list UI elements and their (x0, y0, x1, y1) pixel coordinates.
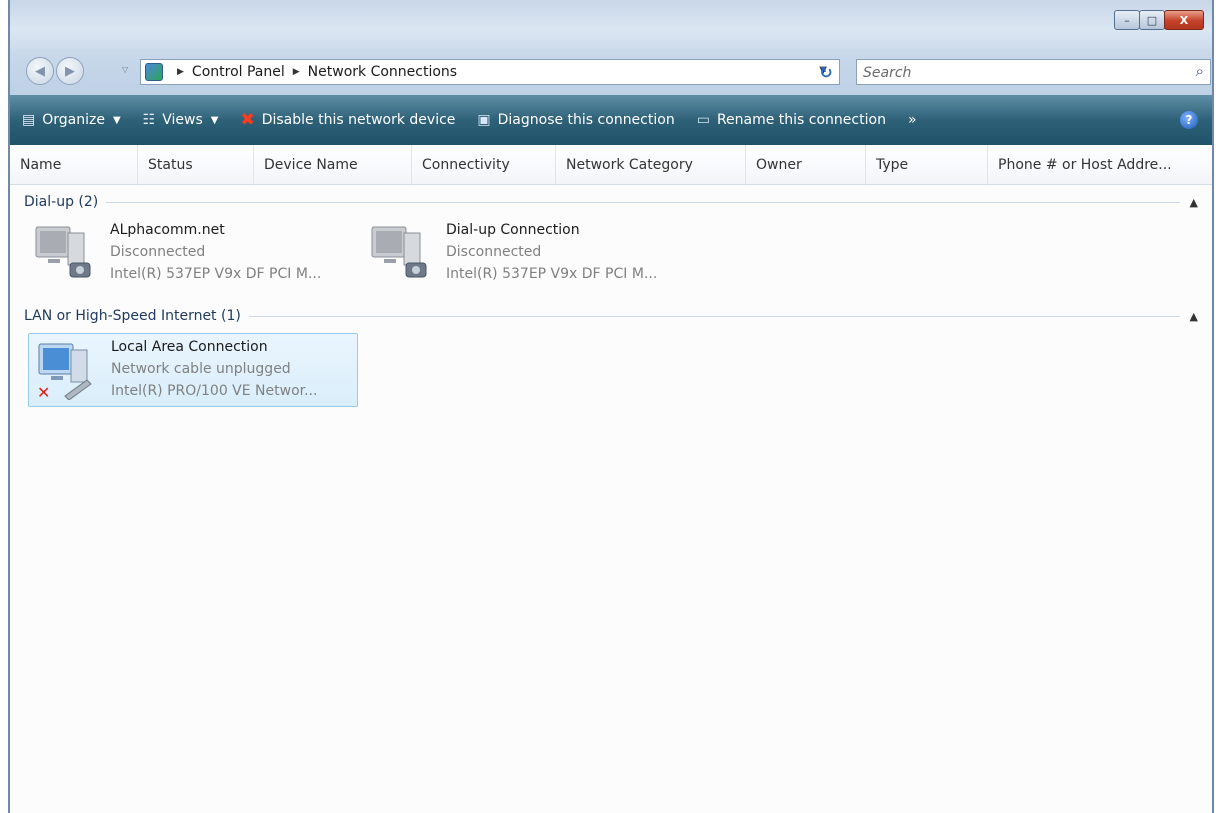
lan-connection-icon: ✕ (37, 343, 92, 400)
rename-label: Rename this connection (716, 112, 886, 128)
views-menu[interactable]: ☷ Views ▼ (143, 112, 219, 128)
column-type[interactable]: Type (866, 144, 988, 185)
rename-button[interactable]: ▭ Rename this connection (697, 112, 886, 128)
diagnose-button[interactable]: ▣ Diagnose this connection (477, 112, 674, 128)
connection-name: Dial-up Connection (446, 222, 580, 238)
column-owner[interactable]: Owner (746, 144, 866, 185)
group-header-lan[interactable]: LAN or High-Speed Internet (1) ▲ (24, 306, 1198, 326)
connection-device: Intel(R) 537EP V9x DF PCI M... (110, 266, 322, 282)
group-divider (248, 315, 1180, 317)
maximize-button[interactable]: □ (1139, 10, 1165, 30)
diagnose-label: Diagnose this connection (497, 112, 675, 128)
group-label: Dial-up (2) (24, 194, 99, 210)
column-name[interactable]: Name (10, 144, 138, 185)
collapse-chevron-icon[interactable]: ▲ (1190, 196, 1198, 209)
connection-name: ALphacomm.net (110, 222, 225, 238)
connection-item-alphacomm[interactable]: ALphacomm.net Disconnected Intel(R) 537E… (28, 217, 358, 291)
search-icon[interactable]: ⌕ (1196, 62, 1204, 80)
back-button[interactable]: ◀ (26, 57, 54, 85)
breadcrumb-arrow-icon[interactable]: ▶ (293, 67, 300, 77)
group-header-dial-up[interactable]: Dial-up (2) ▲ (24, 192, 1198, 212)
chevron-down-icon: ▼ (112, 114, 121, 126)
disable-device-button[interactable]: ✖ Disable this network device (240, 110, 455, 130)
connection-item-local-area[interactable]: ✕ Local Area Connection Network cable un… (28, 333, 358, 407)
back-arrow-icon: ◀ (35, 63, 45, 79)
chevron-down-icon: ▼ (210, 114, 219, 126)
refresh-button[interactable]: ↻ (812, 60, 840, 84)
disable-x-icon: ✖ (240, 110, 255, 130)
connection-status: Disconnected (446, 244, 542, 260)
connection-status: Disconnected (110, 244, 206, 260)
command-bar: ▤ Organize ▼ ☷ Views ▼ ✖ Disable this ne… (10, 95, 1212, 145)
connection-name: Local Area Connection (111, 339, 268, 355)
close-button[interactable]: X (1164, 10, 1204, 30)
chevron-down-icon: ▽ (122, 65, 129, 74)
column-phone-host-address[interactable]: Phone # or Host Addre... (988, 145, 1212, 185)
minimize-button[interactable]: – (1114, 10, 1140, 30)
rename-icon: ▭ (696, 112, 710, 128)
dialup-connection-icon (371, 226, 427, 278)
forward-button[interactable]: ▶ (56, 57, 84, 85)
control-panel-icon (145, 63, 163, 81)
breadcrumb-control-panel[interactable]: Control Panel (192, 64, 285, 80)
column-connectivity[interactable]: Connectivity (412, 144, 556, 185)
disable-device-label: Disable this network device (261, 112, 456, 128)
connection-device: Intel(R) PRO/100 VE Networ... (111, 383, 318, 399)
column-network-category[interactable]: Network Category (556, 144, 746, 185)
connection-status: Network cable unplugged (111, 361, 291, 377)
views-icon: ☷ (142, 112, 156, 128)
connection-device: Intel(R) 537EP V9x DF PCI M... (446, 266, 658, 282)
explorer-window: – □ X ◀ ▶ ▽ ▶ Control Panel ▶ Network Co… (8, 0, 1214, 813)
help-button[interactable]: ? (1180, 111, 1198, 129)
column-header: Name Status Device Name Connectivity Net… (10, 144, 1212, 185)
refresh-icon: ↻ (819, 62, 833, 82)
diagnose-icon: ▣ (477, 112, 491, 128)
collapse-chevron-icon[interactable]: ▲ (1190, 310, 1198, 323)
help-icon: ? (1185, 113, 1193, 127)
dialup-connection-icon (35, 226, 91, 278)
svg-text:✕: ✕ (37, 383, 50, 400)
views-label: Views (162, 112, 203, 128)
organize-menu[interactable]: ▤ Organize ▼ (22, 112, 121, 128)
breadcrumb-arrow-icon[interactable]: ▶ (177, 67, 184, 77)
more-chevron-icon: » (907, 112, 917, 128)
group-label: LAN or High-Speed Internet (1) (24, 308, 241, 324)
recent-pages-dropdown[interactable]: ▽ (122, 65, 128, 74)
search-input[interactable] (857, 60, 1165, 86)
search-box[interactable]: ⌕ (856, 59, 1211, 86)
column-status[interactable]: Status (138, 144, 254, 185)
more-commands-button[interactable]: » (908, 112, 917, 128)
connection-item-dial-up[interactable]: Dial-up Connection Disconnected Intel(R)… (364, 217, 694, 291)
organize-label: Organize (42, 112, 105, 128)
breadcrumb-network-connections[interactable]: Network Connections (308, 64, 457, 80)
caption-buttons: – □ X (1114, 10, 1204, 30)
group-divider (106, 201, 1180, 203)
organize-icon: ▤ (22, 112, 36, 128)
address-bar[interactable]: ▶ Control Panel ▶ Network Connections ▼ (140, 59, 840, 85)
file-list: Dial-up (2) ▲ ALphacomm.net Disconnected… (10, 185, 1212, 813)
column-device-name[interactable]: Device Name (254, 144, 412, 185)
forward-arrow-icon: ▶ (65, 63, 75, 79)
